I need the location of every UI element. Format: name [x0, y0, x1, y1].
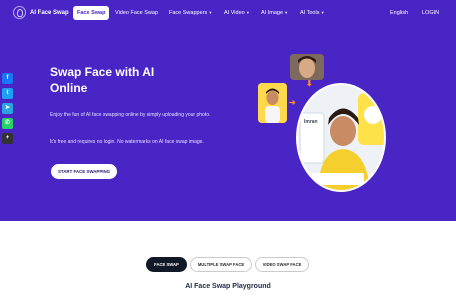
facebook-icon[interactable]: f: [2, 73, 13, 84]
tab-face-swap[interactable]: FACE SWAP: [146, 257, 187, 272]
hero-description-1: Enjoy the fun of AI face swapping online…: [50, 112, 211, 118]
whatsapp-icon[interactable]: ✆: [2, 118, 13, 129]
arrow-right-icon: ➜: [289, 98, 296, 107]
hero-section: [0, 0, 456, 221]
chevron-down-icon: ▾: [285, 10, 288, 15]
twitter-icon[interactable]: t: [2, 88, 13, 99]
hero-title-line2: Online: [50, 81, 88, 95]
result-face-image: Imran: [296, 83, 386, 192]
nav-video-face-swap-label: Video Face Swap: [115, 10, 159, 16]
telegram-icon[interactable]: ➤: [2, 103, 13, 114]
nav-face-swap-label: Face Swap: [77, 10, 106, 16]
logo[interactable]: AI Face Swap: [13, 6, 69, 19]
language-selector[interactable]: English: [390, 6, 408, 20]
target-face-image: [258, 83, 287, 123]
nav-ai-video-label: AI Video: [224, 10, 245, 16]
chevron-down-icon: ▾: [321, 10, 324, 15]
hero-title: Swap Face with AI Online: [50, 64, 230, 96]
tab-multiple-swap-face[interactable]: MULTIPLE SWAP FACE: [190, 257, 252, 272]
nav-face-swap[interactable]: Face Swap: [73, 6, 110, 20]
nav-ai-image[interactable]: AI Image ▾: [261, 6, 287, 20]
start-face-swapping-button[interactable]: START FACE SWAPPING: [51, 164, 117, 179]
arrow-down-icon: ⬇: [306, 79, 313, 88]
nav-face-swappers-label: Face Swappers: [169, 10, 208, 16]
top-navbar: AI Face Swap Face Swap Video Face Swap F…: [0, 0, 456, 28]
logo-icon: [13, 6, 26, 19]
nav-ai-image-label: AI Image: [261, 10, 284, 16]
login-link[interactable]: LOGIN: [422, 6, 439, 20]
nav-face-swappers[interactable]: Face Swappers ▾: [169, 6, 211, 20]
hero-description-2: It's free and requires no login. No wate…: [50, 139, 204, 145]
hero-title-line1: Swap Face with AI: [50, 65, 155, 79]
share-plus-icon[interactable]: +: [2, 133, 13, 144]
nav-ai-tools[interactable]: AI Tools ▾: [300, 6, 324, 20]
section-title: AI Face Swap Playground: [185, 283, 271, 290]
logo-text: AI Face Swap: [30, 9, 69, 16]
chevron-down-icon: ▾: [246, 10, 249, 15]
language-label: English: [390, 10, 409, 16]
nav-video-face-swap[interactable]: Video Face Swap: [115, 6, 158, 20]
nav-ai-tools-label: AI Tools: [300, 10, 320, 16]
tab-video-swap-face[interactable]: VIDEO SWAP FACE: [255, 257, 309, 272]
login-label: LOGIN: [422, 10, 440, 16]
card-name: Imran: [304, 119, 318, 125]
source-face-image: [290, 54, 324, 80]
chevron-down-icon: ▾: [209, 10, 212, 15]
nav-ai-video[interactable]: AI Video ▾: [224, 6, 249, 20]
